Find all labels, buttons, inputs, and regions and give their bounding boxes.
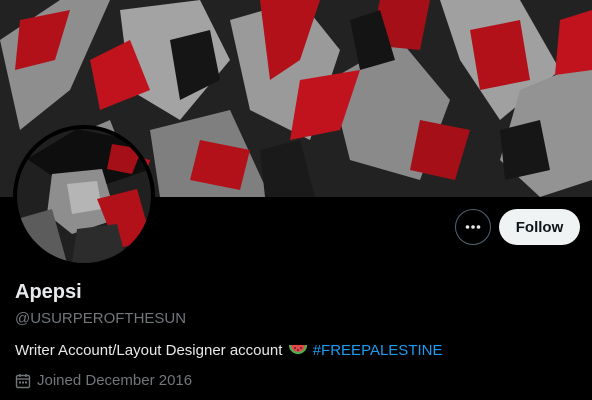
calendar-icon (15, 373, 31, 389)
more-dots-icon (465, 225, 481, 229)
follow-button[interactable]: Follow (499, 209, 580, 245)
hashtag-link[interactable]: #FREEPALESTINE (313, 342, 443, 359)
profile-bio: Writer Account/Layout Designer account #… (15, 342, 442, 361)
avatar-artwork (17, 129, 151, 263)
watermelon-icon (288, 343, 307, 361)
more-options-button[interactable] (455, 209, 491, 245)
profile-handle: @USURPEROFTHESUN (15, 310, 187, 327)
bio-text: Writer Account/Layout Designer account (15, 342, 283, 359)
profile-display-name: Apepsi (15, 281, 82, 303)
joined-text: Joined December 2016 (37, 372, 193, 389)
profile-joined-date: Joined December 2016 (15, 372, 192, 389)
profile-avatar[interactable] (13, 125, 155, 267)
